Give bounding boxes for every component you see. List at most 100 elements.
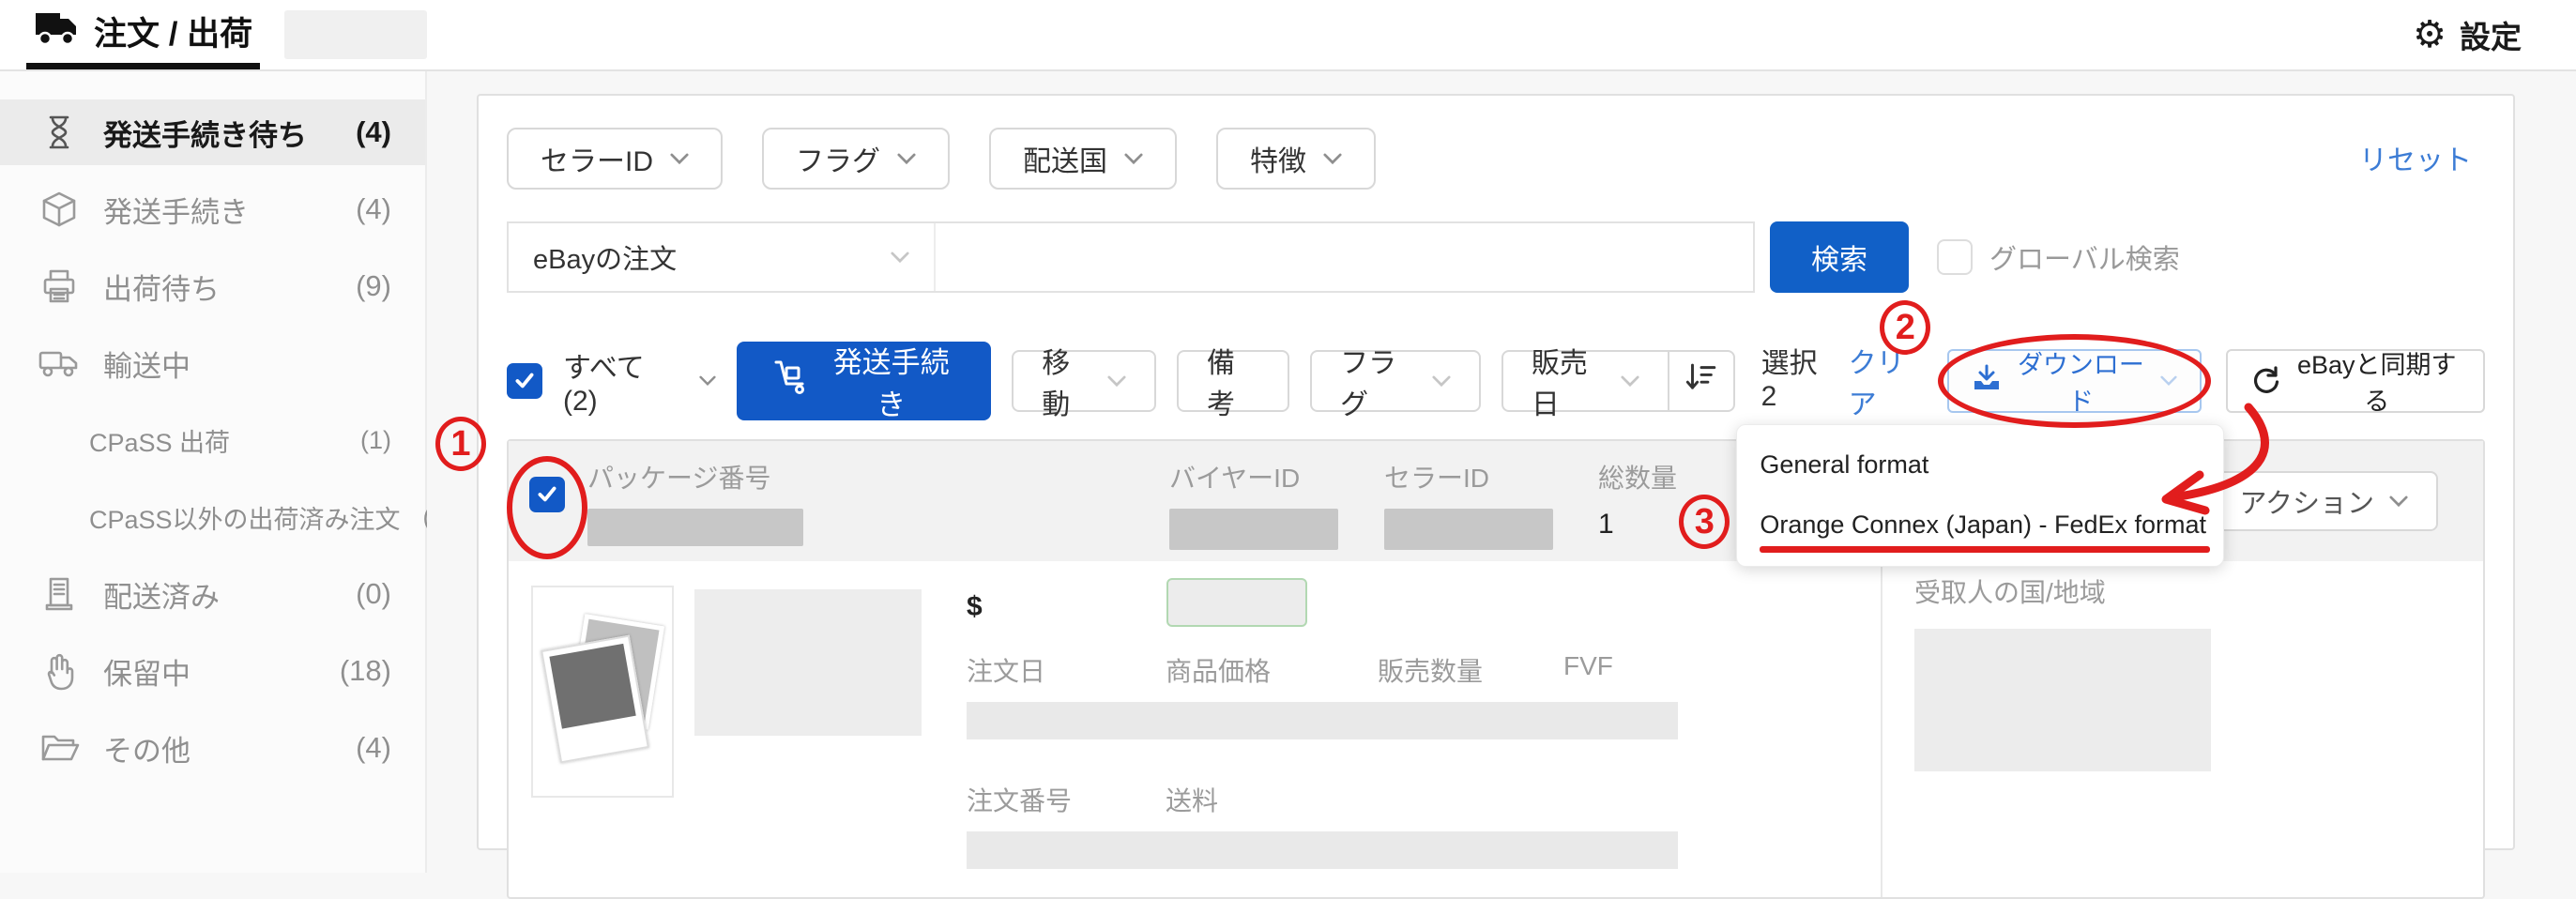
chevron-down-icon: [1107, 375, 1126, 388]
truck-icon: [34, 9, 79, 53]
filter-row: セラーID フラグ 配送国 特徴 リセット: [507, 128, 2485, 190]
sidebar-item-label: 輸送中: [103, 343, 191, 385]
item-image-placeholder[interactable]: [531, 586, 674, 798]
sidebar-item-count: (4): [356, 731, 391, 765]
select-all-checkbox[interactable]: [507, 363, 542, 399]
total-qty-value: 1: [1598, 509, 1720, 541]
shipping-fee-label: 送料: [1166, 781, 1218, 818]
select-all-label[interactable]: すべて (2): [563, 344, 678, 418]
chevron-down-icon: [1323, 153, 1342, 165]
sale-date-sort-group: 販売日: [1501, 350, 1735, 412]
reset-link[interactable]: リセット: [2359, 137, 2472, 178]
column-package-number: パッケージ番号: [587, 458, 1169, 561]
global-search-label: グローバル検索: [1989, 237, 2180, 277]
search-button[interactable]: 検索: [1770, 221, 1909, 293]
folder-icon: [38, 727, 81, 769]
sidebar-item-count: (4): [356, 115, 391, 149]
filter-label: 配送国: [1023, 138, 1107, 179]
price-field-redacted[interactable]: [1166, 578, 1307, 627]
sidebar: 発送手続き待ち (4) 発送手続き (4) 出荷待ち (9): [0, 71, 427, 873]
row-checkbox[interactable]: [529, 477, 565, 512]
selected-count-label: 選択 2: [1761, 340, 1836, 422]
sidebar-item-count: (18): [340, 654, 391, 688]
annotation-underline-3: [1760, 546, 2210, 553]
chevron-down-icon: [1124, 153, 1143, 165]
filter-feature[interactable]: 特徴: [1216, 128, 1376, 190]
sidebar-item-non-cpass-shipped-orders[interactable]: CPaSS以外の出荷済み注文 (0): [0, 484, 425, 550]
ship-procedure-label: 発送手続き: [825, 339, 957, 423]
sidebar-item-others[interactable]: その他 (4): [0, 715, 425, 781]
chevron-down-icon: [670, 153, 689, 165]
tab-redacted[interactable]: [284, 10, 427, 59]
filter-label: セラーID: [541, 138, 653, 179]
column-buyer-id: バイヤーID: [1169, 458, 1384, 561]
sidebar-item-delivered[interactable]: 配送済み (0): [0, 561, 425, 627]
fvf-label: FVF: [1563, 651, 1613, 689]
move-label: 移動: [1042, 340, 1092, 422]
seller-id-label: セラーID: [1384, 458, 1598, 495]
main-card: セラーID フラグ 配送国 特徴 リセット: [477, 94, 2515, 850]
filter-seller-id[interactable]: セラーID: [507, 128, 723, 190]
truck-outline-icon: [38, 343, 81, 384]
selection-info: 選択 2 クリア: [1761, 340, 1928, 422]
sale-date-button[interactable]: 販売日: [1501, 350, 1669, 412]
currency-symbol: $: [967, 591, 983, 622]
recipient-country-label: 受取人の国/地域: [1914, 578, 2106, 607]
download-menu: General format Orange Connex (Japan) - F…: [1736, 424, 2224, 567]
sync-ebay-label: eBayと同期する: [2294, 344, 2461, 418]
ship-procedure-button[interactable]: 発送手続き: [737, 342, 991, 420]
note-label: 備考: [1207, 340, 1259, 422]
sidebar-item-in-transit[interactable]: 輸送中: [0, 330, 425, 396]
printer-icon: [38, 266, 81, 307]
sidebar-item-label: 出荷待ち: [103, 266, 220, 308]
recipient-panel: 受取人の国/地域: [1896, 572, 2468, 771]
sidebar-item-shipping-procedure[interactable]: 発送手続き (4): [0, 176, 425, 242]
action-button[interactable]: アクション: [2209, 471, 2438, 531]
sidebar-item-label: CPaSS 出荷: [89, 422, 230, 459]
detail-labels-row-1: 注文日 商品価格 販売数量 FVF: [967, 651, 1680, 689]
filter-destination-country[interactable]: 配送国: [989, 128, 1177, 190]
qty-sold-label: 販売数量: [1378, 651, 1563, 689]
main-area: セラーID フラグ 配送国 特徴 リセット: [427, 71, 2576, 873]
chevron-down-icon[interactable]: [699, 375, 716, 387]
filter-flag[interactable]: フラグ: [762, 128, 950, 190]
clear-selection-link[interactable]: クリア: [1849, 340, 1928, 422]
dolly-icon: [770, 358, 808, 404]
download-button[interactable]: ダウンロード: [1947, 349, 2201, 413]
flag-button[interactable]: フラグ: [1310, 350, 1481, 412]
package-number-redacted: [587, 509, 803, 546]
chevron-down-icon: [2389, 495, 2408, 508]
item-price-label: 商品価格: [1166, 651, 1378, 689]
chevron-down-icon: [897, 153, 916, 165]
sidebar-item-awaiting-shipment[interactable]: 出荷待ち (9): [0, 253, 425, 319]
menu-item-general-format[interactable]: General format: [1737, 438, 2223, 491]
sidebar-item-on-hold[interactable]: 保留中 (18): [0, 638, 425, 704]
settings-label: 設定: [2460, 12, 2522, 57]
sidebar-item-count: (4): [356, 192, 391, 226]
item-title-redacted: [694, 589, 922, 736]
column-total-qty: 総数量 1: [1598, 458, 1720, 561]
detail-values-redacted-1: [967, 702, 1678, 739]
row-vertical-divider: [1881, 561, 1882, 897]
sidebar-item-awaiting-shipping-procedure[interactable]: 発送手続き待ち (4): [0, 99, 425, 165]
sync-ebay-button[interactable]: eBayと同期する: [2226, 349, 2485, 413]
settings-button[interactable]: ⚙ 設定: [2413, 0, 2522, 69]
search-row: eBayの注文 検索 グローバル検索: [507, 221, 2485, 293]
global-search-checkbox[interactable]: [1937, 239, 1973, 275]
menu-item-orange-connex-fedex[interactable]: Orange Connex (Japan) - FedEx format 3: [1737, 498, 2223, 551]
annotation-number-1: 1: [435, 417, 486, 471]
seller-id-redacted: [1384, 509, 1553, 550]
buyer-id-redacted: [1169, 509, 1338, 550]
sort-descending-button[interactable]: [1669, 350, 1735, 412]
note-button[interactable]: 備考: [1177, 350, 1289, 412]
tab-orders-shipments[interactable]: 注文 / 出荷: [26, 0, 260, 69]
hourglass-icon: [38, 112, 81, 153]
gear-icon: ⚙: [2413, 16, 2446, 53]
package-box-icon: [38, 189, 81, 230]
search-input[interactable]: [936, 223, 1753, 291]
move-button[interactable]: 移動: [1012, 350, 1156, 412]
sidebar-item-cpass-shipments[interactable]: CPaSS 出荷 (1): [0, 407, 425, 473]
global-search-toggle[interactable]: グローバル検索: [1937, 237, 2180, 277]
app-header: 注文 / 出荷 ⚙ 設定: [0, 0, 2576, 71]
search-category-select[interactable]: eBayの注文: [509, 223, 936, 291]
